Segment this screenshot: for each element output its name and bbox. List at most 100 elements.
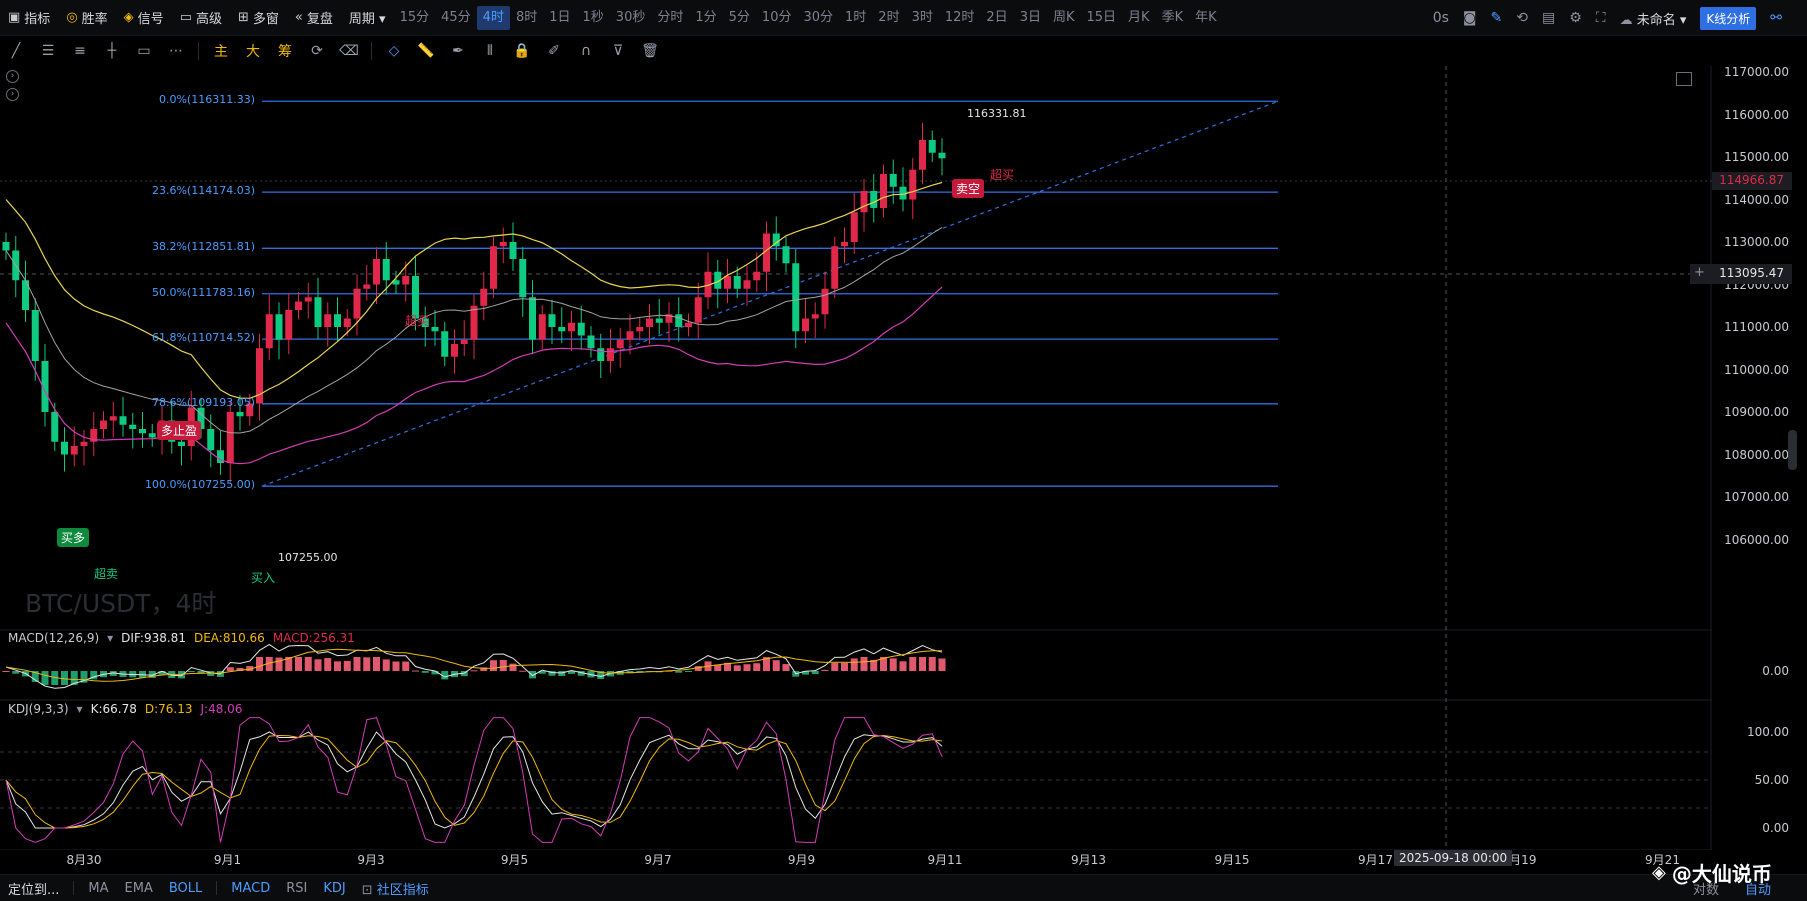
price-axis-label: 114000.00 (1724, 192, 1789, 207)
fullscreen-chart-icon[interactable] (1676, 72, 1692, 86)
timeframe-option[interactable]: 12时 (939, 6, 981, 30)
candle-body (129, 424, 137, 429)
candle-body (685, 322, 692, 327)
chart-canvas[interactable] (0, 66, 1712, 850)
period-dropdown[interactable]: 周期 ▾ (341, 0, 394, 36)
loop-icon[interactable]: ⟳ (301, 36, 333, 66)
main-chart-tool[interactable]: 主 (205, 36, 237, 66)
filter-icon[interactable]: ⊽ (602, 36, 634, 66)
edit-icon[interactable]: ✐ (538, 36, 570, 66)
indicator-rsi[interactable]: RSI (278, 881, 315, 896)
ruler-icon[interactable]: 📏 (410, 36, 442, 66)
take-profit-chip[interactable]: 多止盈 (157, 421, 202, 440)
macd-histogram-bar (2, 671, 10, 672)
kdj-name[interactable]: KDJ(9,3,3) (8, 702, 69, 716)
timeframe-option[interactable]: 1秒 (577, 6, 610, 30)
timeframe-option[interactable]: 3日 (1014, 6, 1047, 30)
candle-body (753, 271, 761, 281)
indicator-ma[interactable]: MA (80, 881, 116, 896)
replay-window-icon[interactable]: ⟲ (1516, 10, 1528, 26)
winrate-button[interactable]: ◎ 胜率 (58, 0, 115, 36)
community-indicators-link[interactable]: ⊡ 社区指标 (354, 879, 437, 898)
indicator-ema[interactable]: EMA (117, 881, 161, 896)
timeframe-option[interactable]: 8时 (510, 6, 543, 30)
chip-tool[interactable]: 筹 (269, 36, 301, 66)
signal-button[interactable]: ◈ 信号 (116, 0, 172, 36)
price-axis-label: 116000.00 (1724, 107, 1789, 122)
timeframe-option[interactable]: 15分 (394, 6, 436, 30)
trash-icon[interactable]: 🗑 (634, 36, 666, 66)
timeframe-option[interactable]: 季K (1156, 6, 1190, 30)
big-order-tool[interactable]: 大 (237, 36, 269, 66)
timeframe-option[interactable]: 1时 (839, 6, 872, 30)
binance-logo-icon: ◈ (1652, 862, 1666, 883)
indicator-button[interactable]: ▣ 指标 (0, 0, 58, 36)
timeframe-option[interactable]: 30秒 (610, 6, 652, 30)
multiwindow-button[interactable]: ⊞ 多窗 (230, 0, 287, 36)
collapse-toggle-icon[interactable]: › (6, 70, 19, 83)
horizontal-lines-icon[interactable]: ☰ (32, 36, 64, 66)
candle-body (538, 314, 546, 340)
macd-histogram-bar (919, 657, 926, 671)
advanced-button[interactable]: ▭ 高级 (172, 0, 230, 36)
more-icon[interactable]: ⋯ (160, 36, 192, 66)
layout-icon[interactable]: ▤ (1542, 10, 1555, 26)
kdj-dropdown-icon[interactable]: ▾ (77, 702, 83, 716)
pencil-icon[interactable]: ✎ (1491, 10, 1503, 26)
timeframe-option[interactable]: 月K (1122, 6, 1156, 30)
time-axis-label: 9月9 (787, 853, 816, 867)
buy-long-chip[interactable]: 买多 (57, 528, 90, 547)
price-axis-scroll-handle[interactable] (1788, 430, 1797, 470)
indicator-boll[interactable]: BOLL (161, 881, 210, 896)
replay-button[interactable]: «复盘 (287, 0, 341, 36)
timeframe-option[interactable]: 2日 (980, 6, 1013, 30)
trendline-icon[interactable]: ╱ (0, 36, 32, 66)
timeframe-option[interactable]: 10分 (756, 6, 798, 30)
candle-body (265, 314, 273, 349)
timeframe-option[interactable]: 45分 (435, 6, 477, 30)
drawing-toolbar: ╱ ☰ ≡ ┼ ▭ ⋯ 主 大 筹 ⟳ ⌫ ◇ 📏 ✒ ⫴ 🔒 ✐ ∩ ⊽ 🗑 (0, 36, 1807, 66)
macd-name[interactable]: MACD(12,26,9) (8, 631, 99, 645)
kline-analysis-button[interactable]: K线分析 (1700, 6, 1757, 30)
bottom-divider (216, 881, 218, 895)
timeframe-option[interactable]: 年K (1189, 6, 1223, 30)
rectangle-icon[interactable]: ▭ (128, 36, 160, 66)
time-axis-label: 9月1 (213, 853, 242, 867)
magnet-icon[interactable]: ∩ (570, 36, 602, 66)
indicator-macd[interactable]: MACD (223, 881, 278, 896)
macd-histogram-bar (295, 657, 302, 671)
fullscreen-icon[interactable]: ⛶ (1596, 10, 1606, 26)
timeframe-option[interactable]: 30分 (797, 6, 839, 30)
macd-dropdown-icon[interactable]: ▾ (107, 631, 113, 645)
layout-name-dropdown[interactable]: ☁ 未命名 ▾ (1620, 9, 1687, 28)
sell-short-chip[interactable]: 卖空 (952, 179, 985, 198)
share-icon[interactable]: ⚯ (1770, 10, 1782, 26)
timeframe-option[interactable]: 1日 (543, 6, 576, 30)
shape-icon[interactable]: ◇ (378, 36, 410, 66)
timeframe-option[interactable]: 1分 (689, 6, 722, 30)
timeframe-option[interactable]: 5分 (723, 6, 756, 30)
timeframe-option[interactable]: 2时 (872, 6, 905, 30)
timeframe-option[interactable]: 分时 (651, 6, 689, 30)
indicator-kdj[interactable]: KDJ (315, 881, 353, 896)
parallel-lines-icon[interactable]: ≡ (64, 36, 96, 66)
timeframe-option[interactable]: 15日 (1081, 6, 1123, 30)
candle-body (373, 259, 380, 285)
locate-button[interactable]: 定位到... (0, 879, 67, 898)
timeframe-option[interactable]: 4时 (476, 5, 510, 30)
timeframe-option[interactable]: 3时 (906, 6, 939, 30)
candle-body (343, 318, 351, 327)
expand-toggle-icon[interactable]: › (6, 88, 19, 101)
add-alert-icon[interactable]: + (1694, 265, 1705, 280)
pen-icon[interactable]: ✒ (442, 36, 474, 66)
eraser-icon[interactable]: ⌫ (333, 36, 365, 66)
camera-icon[interactable]: ◙ (1463, 10, 1477, 26)
timeframe-option[interactable]: 周K (1047, 6, 1081, 30)
macd-histogram-bar (685, 671, 692, 672)
overbought-label-2: 超买 (990, 168, 1015, 182)
crosshair-line-icon[interactable]: ┼ (96, 36, 128, 66)
candle-tool-icon[interactable]: ⫴ (474, 36, 506, 66)
settings-gear-icon[interactable]: ⚙ (1569, 10, 1582, 26)
candle-body (587, 335, 595, 349)
lock-icon[interactable]: 🔒 (506, 36, 538, 66)
